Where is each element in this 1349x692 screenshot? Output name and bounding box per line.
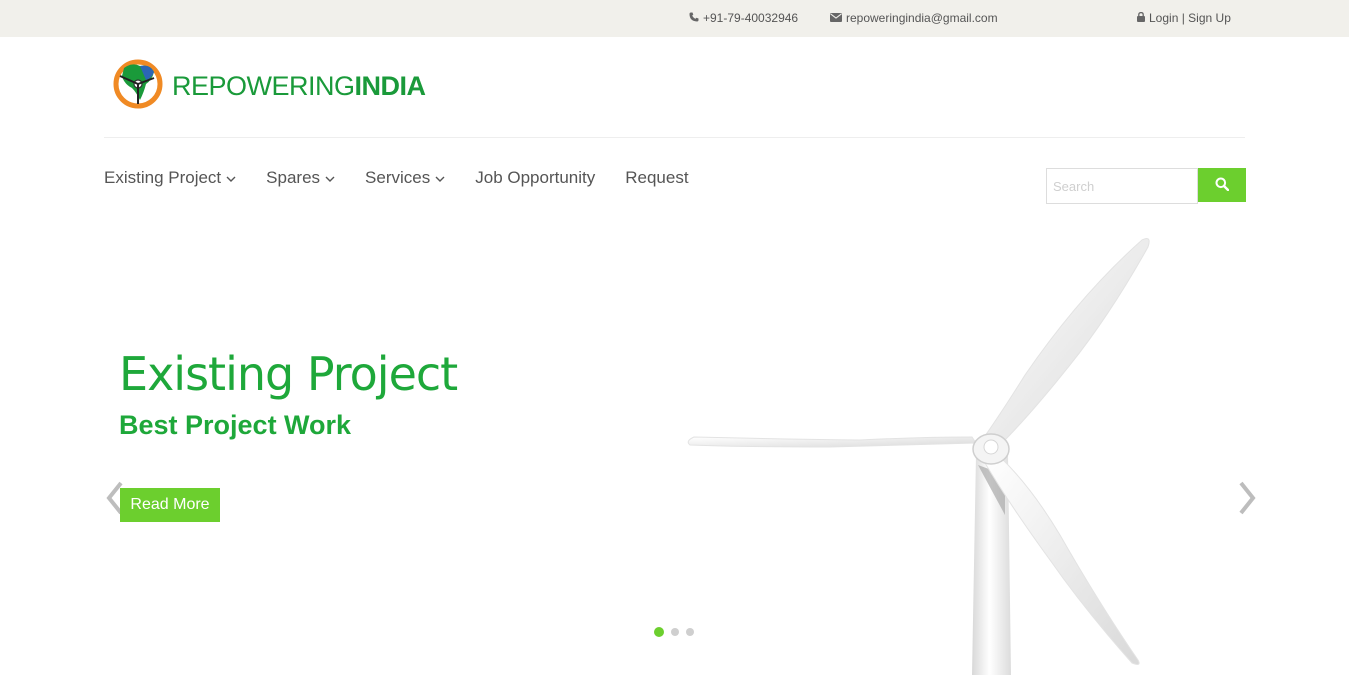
auth-links: Login | Sign Up <box>1137 11 1231 25</box>
nav-item-job-opportunity[interactable]: Job Opportunity <box>475 168 595 188</box>
logo-text-light: REPOWERING <box>172 70 355 101</box>
phone-icon <box>689 11 703 25</box>
nav-item-label: Request <box>625 168 689 187</box>
email-contact[interactable]: repoweringindia@gmail.com <box>830 11 998 25</box>
nav-item-label: Job Opportunity <box>475 168 596 187</box>
slider-next-button[interactable] <box>1232 480 1262 520</box>
nav-item-label: Spares <box>266 168 321 187</box>
signup-link[interactable]: Sign Up <box>1188 11 1231 25</box>
logo-emblem-icon <box>110 58 170 115</box>
slide-title: Existing Project <box>119 347 458 401</box>
search-form <box>1046 168 1246 204</box>
auth-separator: | <box>1178 11 1189 25</box>
read-more-button[interactable]: Read More <box>120 488 220 522</box>
nav-item-request[interactable]: Request <box>625 168 688 188</box>
chevron-down-icon <box>435 168 445 188</box>
slider-dot-1[interactable] <box>654 627 664 637</box>
chevron-right-icon <box>1237 481 1257 520</box>
email-address[interactable]: repoweringindia@gmail.com <box>846 11 998 25</box>
logo-text-bold: INDIA <box>354 70 427 101</box>
phone-number: +91-79-40032946 <box>703 11 799 25</box>
chevron-down-icon <box>226 168 236 188</box>
nav-item-label: Services <box>365 168 431 187</box>
main-nav: Existing Project Spares Services Job Opp… <box>104 168 719 188</box>
hero-slider: Existing Project Best Project Work Read … <box>0 215 1349 675</box>
nav-item-label: Existing Project <box>104 168 222 187</box>
logo-text: REPOWERINGINDIA <box>172 71 426 102</box>
nav-item-services[interactable]: Services <box>365 168 445 188</box>
search-icon <box>1215 177 1230 194</box>
lock-icon <box>1137 11 1149 25</box>
site-logo[interactable]: REPOWERINGINDIA <box>110 58 426 115</box>
slider-dot-3[interactable] <box>686 628 694 636</box>
login-link[interactable]: Login <box>1149 11 1178 25</box>
top-bar: +91-79-40032946 repoweringindia@gmail.co… <box>0 0 1349 37</box>
slider-indicators <box>654 627 701 637</box>
search-button[interactable] <box>1198 168 1246 202</box>
phone-contact: +91-79-40032946 <box>689 11 798 25</box>
chevron-down-icon <box>325 168 335 188</box>
header-divider <box>104 137 1245 138</box>
nav-item-spares[interactable]: Spares <box>266 168 335 188</box>
search-input[interactable] <box>1046 168 1198 204</box>
nav-item-existing-project[interactable]: Existing Project <box>104 168 236 188</box>
slide-subtitle: Best Project Work <box>119 410 352 440</box>
slider-dot-2[interactable] <box>671 628 679 636</box>
wind-turbine-image <box>687 238 1150 675</box>
envelope-icon <box>830 11 846 25</box>
